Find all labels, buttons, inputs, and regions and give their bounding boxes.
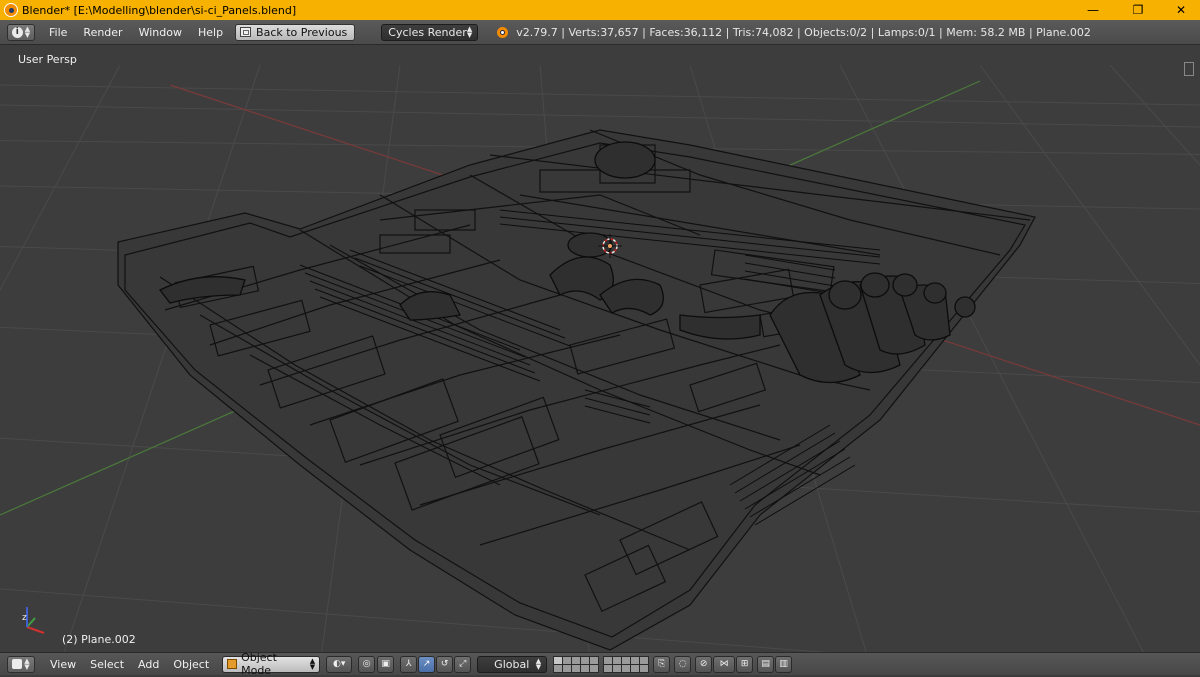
scale-manipulator-icon[interactable]: ⤢ — [454, 655, 472, 673]
chevron-updown-icon: ▲ ▼ — [309, 657, 316, 671]
menu-window[interactable]: Window — [131, 26, 190, 39]
render-animation-icon[interactable]: ▥ — [775, 655, 793, 673]
interaction-mode-value: Object Mode — [241, 651, 277, 677]
screen-icon — [240, 27, 252, 37]
view3d-icon — [12, 659, 23, 669]
blender-app-icon — [4, 3, 18, 17]
snap-target-icon[interactable]: ⊞ — [736, 655, 754, 673]
window-titlebar: Blender* [E:\Modelling\blender\si-ci_Pan… — [0, 0, 1200, 20]
menu-add[interactable]: Add — [131, 658, 166, 671]
render-engine-value: Cycles Render — [388, 25, 467, 39]
menu-render[interactable]: Render — [75, 26, 130, 39]
back-to-previous-button[interactable]: Back to Previous — [235, 23, 356, 41]
info-header: i ▲ ▼ File Render Window Help Back to Pre… — [0, 20, 1200, 45]
render-icon[interactable]: ▤ — [757, 655, 775, 673]
chevron-updown-icon: ▲ ▼ — [24, 657, 30, 671]
pivot-icon[interactable]: ◎ — [358, 655, 376, 673]
snap-element-icon[interactable]: ⋈ — [713, 655, 736, 673]
layers-group-2[interactable] — [603, 655, 650, 673]
menu-help[interactable]: Help — [190, 26, 231, 39]
menu-file[interactable]: File — [41, 26, 75, 39]
back-to-previous-label: Back to Previous — [256, 25, 348, 39]
scene-stats: v2.79.7 | Verts:37,657 | Faces:36,112 | … — [516, 25, 1091, 39]
lock-layers-icon[interactable]: ⎘ — [653, 655, 671, 673]
viewport-canvas: z — [0, 64, 1200, 652]
active-object-label: (2) Plane.002 — [62, 633, 136, 646]
proportional-icon[interactable]: ▣ — [377, 655, 395, 673]
viewport-shading-icon[interactable]: ◐▾ — [326, 655, 353, 673]
axis-gizmo-icon: z — [22, 607, 45, 634]
info-icon: i — [11, 26, 23, 38]
minimize-button[interactable]: — — [1076, 0, 1110, 20]
rotate-manipulator-icon[interactable]: ↺ — [436, 655, 454, 673]
menu-select[interactable]: Select — [83, 658, 131, 671]
menu-view[interactable]: View — [43, 658, 83, 671]
manipulator-toggle-icon[interactable]: ⅄ — [400, 655, 418, 673]
chevron-updown-icon: ▲ ▼ — [535, 657, 542, 671]
window-title: Blender* [E:\Modelling\blender\si-ci_Pan… — [22, 3, 297, 17]
3d-viewport[interactable]: z User Persp (2) Plane.002 — [0, 45, 1200, 652]
3d-view-header: ▲ ▼ View Select Add Object Object Mode ▲ ▼… — [0, 651, 1200, 677]
transform-orientation-select[interactable]: Global ▲ ▼ — [477, 655, 548, 673]
3d-editor-type-button[interactable]: ▲ ▼ — [7, 655, 35, 673]
transform-orientation-value: Global — [494, 657, 530, 671]
layers-group-1[interactable] — [553, 655, 600, 673]
maximize-button[interactable]: ❐ — [1121, 0, 1155, 20]
blender-logo-icon — [494, 25, 510, 39]
proportional-edit-icon[interactable]: ◌ — [674, 655, 692, 673]
region-toggle-icon[interactable] — [1184, 62, 1194, 76]
interaction-mode-select[interactable]: Object Mode ▲ ▼ — [222, 651, 321, 677]
snap-icon[interactable]: ⊘ — [695, 655, 713, 673]
chevron-updown-icon: ▲ ▼ — [24, 25, 31, 39]
svg-text:z: z — [22, 613, 27, 623]
wireframe-mesh — [117, 129, 1036, 651]
editor-type-button[interactable]: i ▲ ▼ — [7, 23, 35, 41]
render-engine-select[interactable]: Cycles Render ▲ ▼ — [381, 23, 479, 41]
cube-icon — [227, 659, 238, 669]
menu-object[interactable]: Object — [166, 658, 216, 671]
chevron-updown-icon: ▲ ▼ — [466, 25, 473, 39]
translate-manipulator-icon[interactable]: ↗ — [418, 655, 436, 673]
close-button[interactable]: ✕ — [1164, 0, 1198, 20]
view-perspective-label: User Persp — [18, 53, 77, 66]
